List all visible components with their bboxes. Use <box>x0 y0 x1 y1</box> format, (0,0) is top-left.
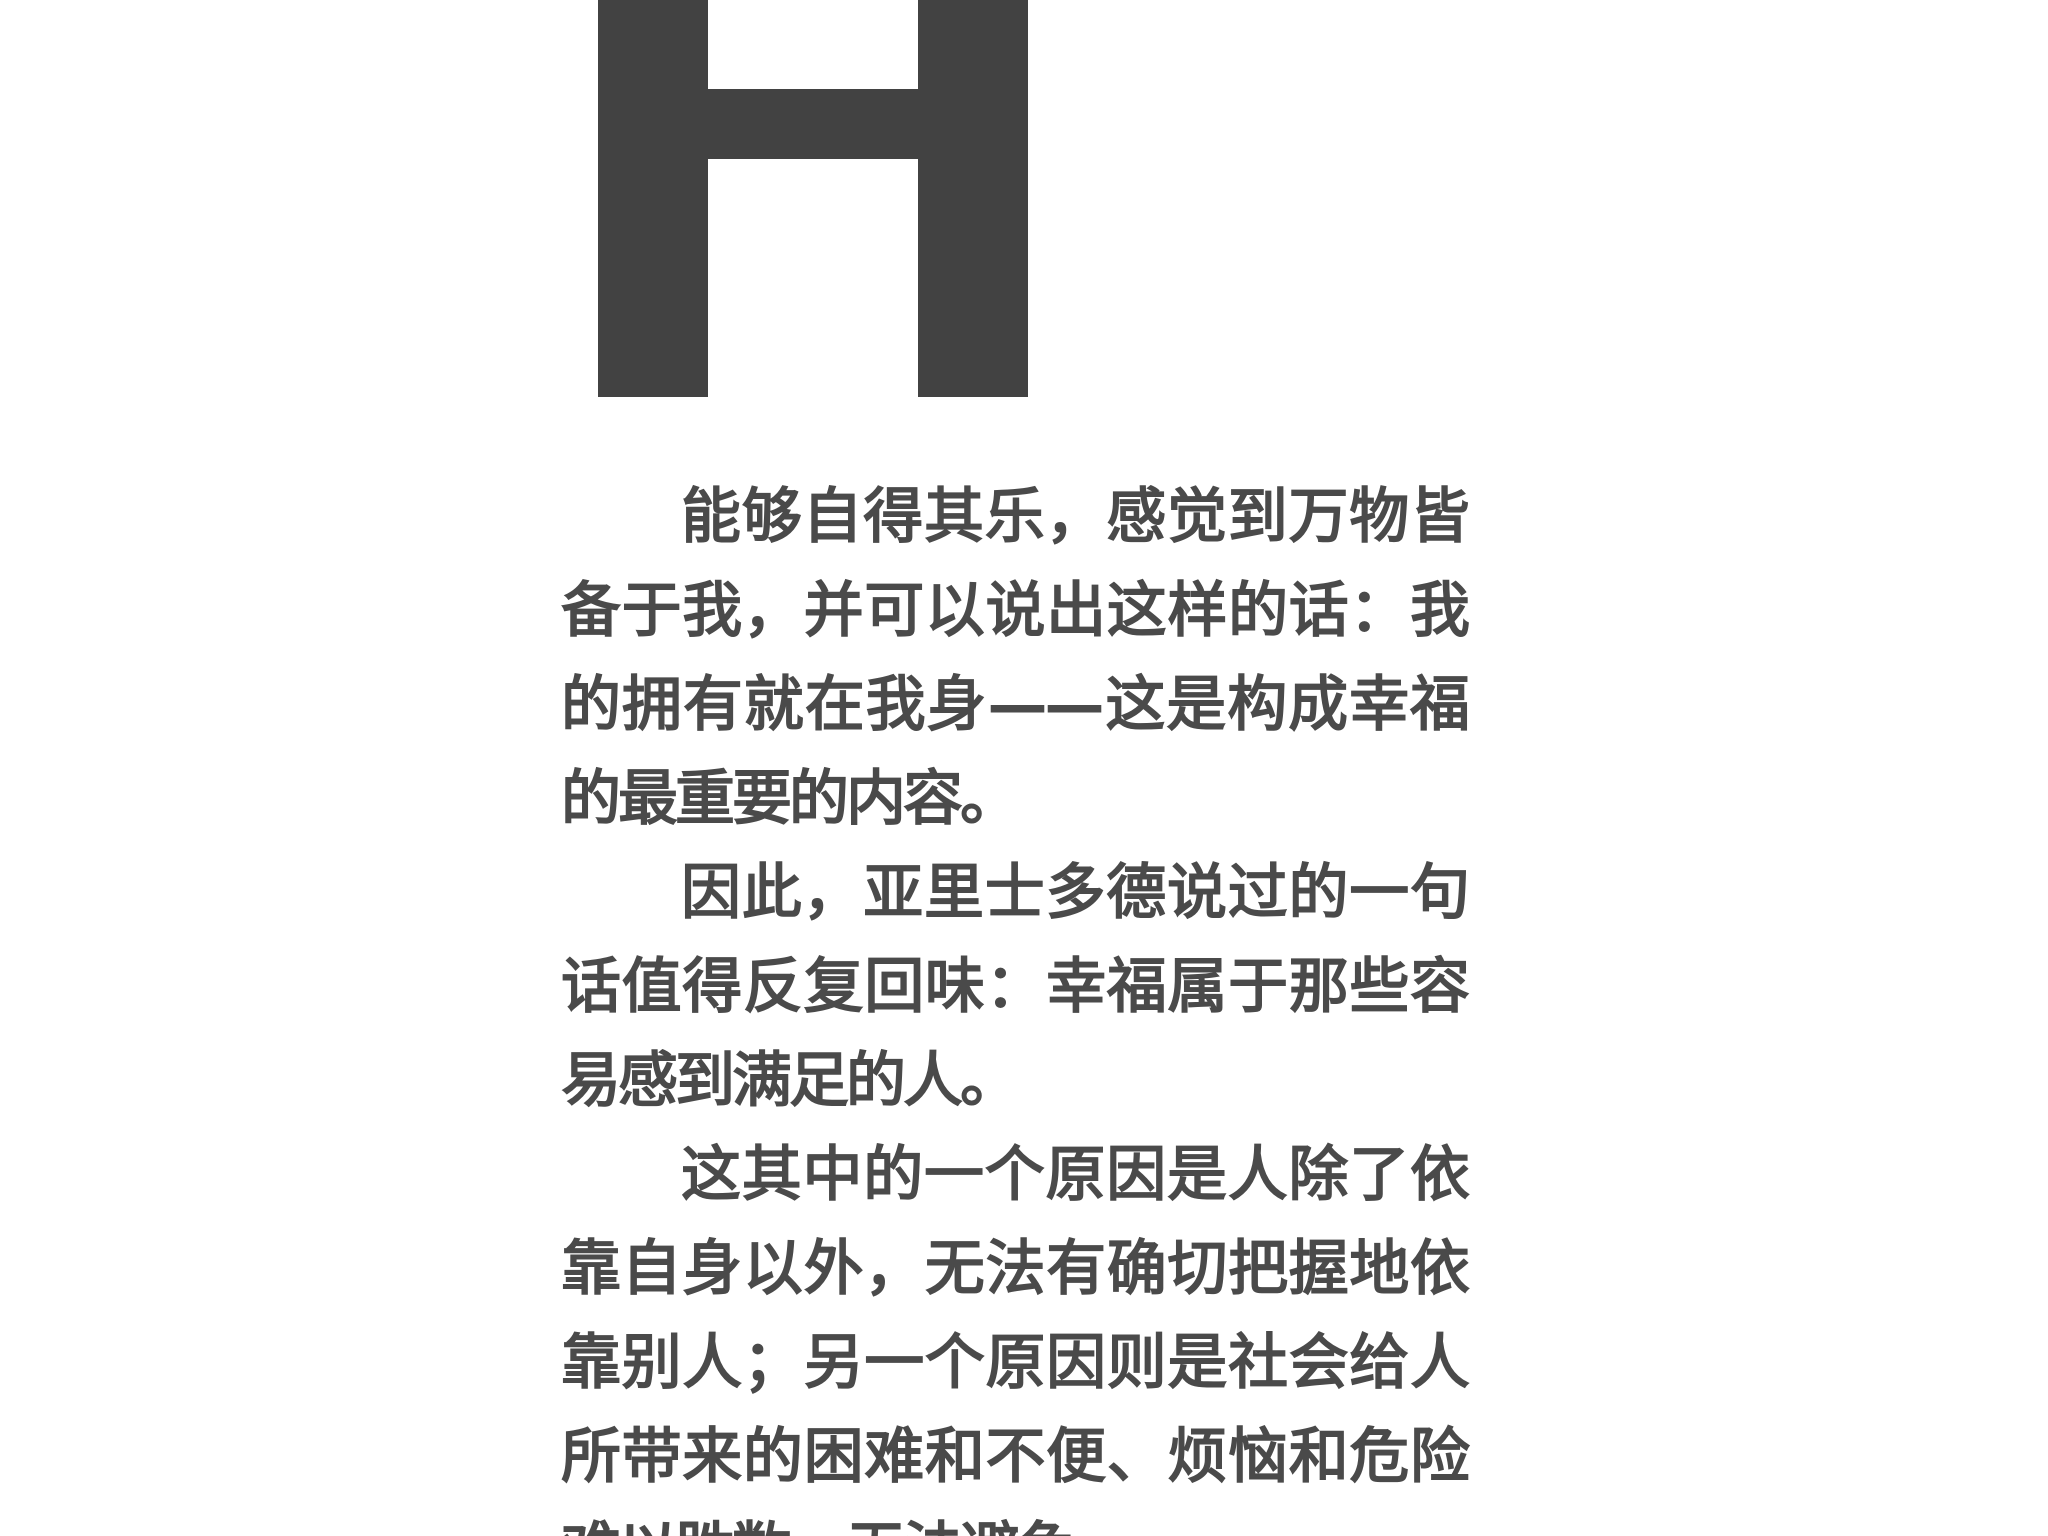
drop-cap-left-stroke <box>598 0 708 397</box>
book-page: 能够自得其乐，感觉到万物皆备于我，并可以说出这样的话：我的拥有就在我身——这是构… <box>0 0 2048 1536</box>
drop-cap-crossbar <box>708 89 918 159</box>
drop-cap-letter-h <box>598 0 1028 397</box>
drop-cap-right-stroke <box>918 0 1028 397</box>
paragraph-3: 这其中的一个原因是人除了依靠自身以外，无法有确切把握地依靠别人；另一个原因则是社… <box>561 1140 1470 1536</box>
paragraph-1: 能够自得其乐，感觉到万物皆备于我，并可以说出这样的话：我的拥有就在我身——这是构… <box>561 482 1470 834</box>
paragraph-2: 因此，亚里士多德说过的一句话值得反复回味：幸福属于那些容易感到满足的人。 <box>561 858 1470 1116</box>
body-text: 能够自得其乐，感觉到万物皆备于我，并可以说出这样的话：我的拥有就在我身——这是构… <box>561 470 1470 1536</box>
